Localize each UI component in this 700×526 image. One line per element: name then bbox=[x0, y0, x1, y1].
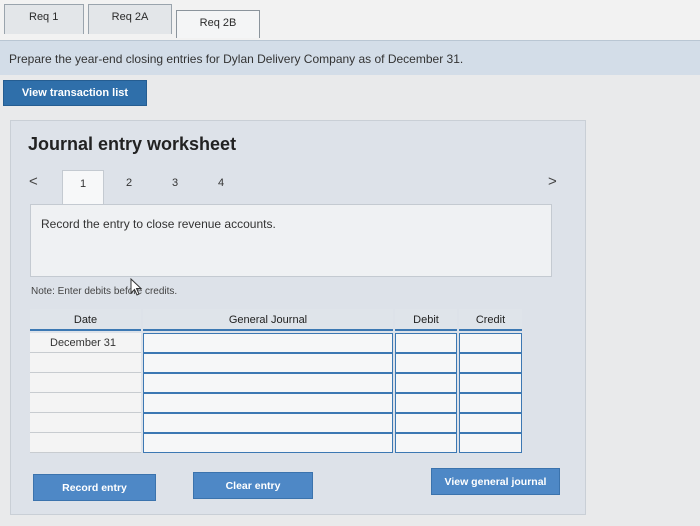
column-header-debit: Debit bbox=[395, 309, 457, 331]
account-select[interactable] bbox=[143, 433, 393, 453]
table-row bbox=[30, 413, 522, 433]
entry-description-box: Record the entry to close revenue accoun… bbox=[30, 204, 552, 277]
mouse-pointer-icon bbox=[130, 278, 143, 296]
debit-input[interactable] bbox=[395, 353, 457, 373]
account-select[interactable] bbox=[143, 393, 393, 413]
table-row bbox=[30, 393, 522, 413]
requirement-tabs: Req 1 Req 2A Req 2B bbox=[0, 0, 700, 40]
step-tab-4[interactable]: 4 bbox=[200, 170, 242, 200]
table-row bbox=[30, 373, 522, 393]
clear-entry-button[interactable]: Clear entry bbox=[193, 472, 313, 499]
note-text: Note: Enter debits before credits. bbox=[31, 286, 178, 297]
table-row: December 31 bbox=[30, 333, 522, 353]
date-cell[interactable] bbox=[30, 373, 141, 393]
date-cell[interactable] bbox=[30, 413, 141, 433]
date-cell[interactable] bbox=[30, 393, 141, 413]
journal-entry-table: Date General Journal Debit Credit Decemb… bbox=[30, 309, 522, 454]
step-tab-3[interactable]: 3 bbox=[154, 170, 196, 200]
table-row bbox=[30, 433, 522, 453]
credit-input[interactable] bbox=[459, 373, 522, 393]
credit-input[interactable] bbox=[459, 413, 522, 433]
column-header-general-journal: General Journal bbox=[143, 309, 393, 331]
debit-input[interactable] bbox=[395, 433, 457, 453]
chevron-right-icon[interactable]: > bbox=[548, 173, 557, 190]
account-select[interactable] bbox=[143, 413, 393, 433]
debit-input[interactable] bbox=[395, 333, 457, 353]
credit-input[interactable] bbox=[459, 393, 522, 413]
debit-input[interactable] bbox=[395, 393, 457, 413]
step-tab-2[interactable]: 2 bbox=[108, 170, 150, 200]
date-cell[interactable] bbox=[30, 433, 141, 453]
view-transaction-list-button[interactable]: View transaction list bbox=[3, 80, 147, 106]
column-header-date: Date bbox=[30, 309, 141, 331]
credit-input[interactable] bbox=[459, 353, 522, 373]
tab-req-2a[interactable]: Req 2A bbox=[88, 4, 172, 34]
date-cell[interactable] bbox=[30, 353, 141, 373]
tab-req-2b[interactable]: Req 2B bbox=[176, 10, 260, 38]
instruction-bar: Prepare the year-end closing entries for… bbox=[0, 40, 700, 75]
table-row bbox=[30, 353, 522, 373]
credit-input[interactable] bbox=[459, 333, 522, 353]
step-tab-1[interactable]: 1 bbox=[62, 170, 104, 205]
date-cell[interactable]: December 31 bbox=[30, 333, 141, 353]
column-header-credit: Credit bbox=[459, 309, 522, 331]
chevron-left-icon[interactable]: < bbox=[29, 173, 38, 190]
account-select[interactable] bbox=[143, 333, 393, 353]
record-entry-button[interactable]: Record entry bbox=[33, 474, 156, 501]
account-select[interactable] bbox=[143, 373, 393, 393]
view-general-journal-button[interactable]: View general journal bbox=[431, 468, 560, 495]
credit-input[interactable] bbox=[459, 433, 522, 453]
account-select[interactable] bbox=[143, 353, 393, 373]
tab-req-1[interactable]: Req 1 bbox=[4, 4, 84, 34]
entry-prompt: Record the entry to close revenue accoun… bbox=[41, 217, 276, 231]
debit-input[interactable] bbox=[395, 413, 457, 433]
instruction-text: Prepare the year-end closing entries for… bbox=[9, 52, 464, 66]
debit-input[interactable] bbox=[395, 373, 457, 393]
worksheet-title: Journal entry worksheet bbox=[28, 134, 237, 154]
